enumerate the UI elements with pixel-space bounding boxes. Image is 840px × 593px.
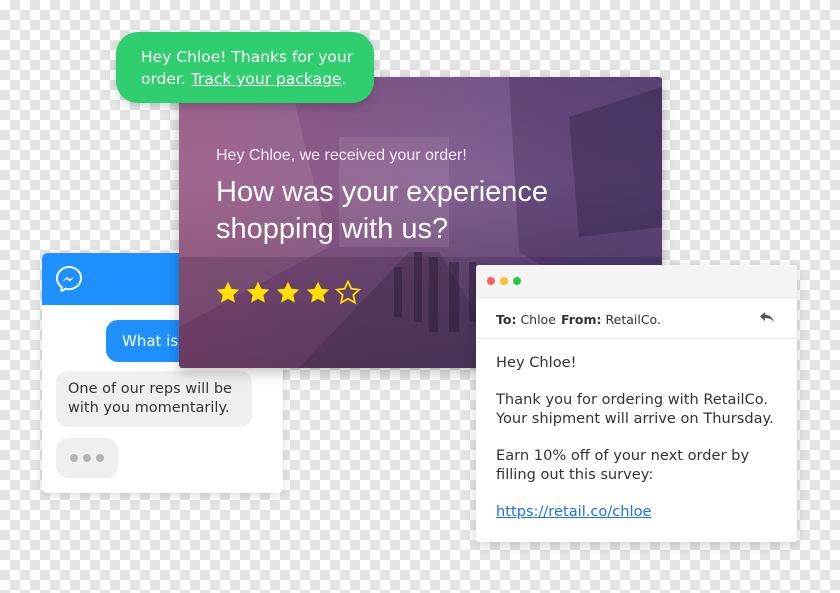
from-label: From: (561, 312, 602, 327)
survey-link[interactable]: https://retail.co/chloe (496, 503, 652, 520)
sms-message-bubble: Hey Chloe! Thanks for your order. Track … (116, 32, 374, 103)
window-title-bar (476, 265, 797, 298)
survey-subtitle: Hey Chloe, we received your order! (216, 147, 467, 164)
incoming-message-bubble: One of our reps will be with you momenta… (56, 371, 252, 427)
to-label: To: (496, 312, 517, 327)
star-filled-icon[interactable] (215, 280, 241, 306)
email-body: Hey Chloe! Thank you for ordering with R… (476, 339, 797, 535)
typing-dot (83, 454, 91, 462)
from-value: RetailCo. (605, 312, 661, 327)
track-package-link[interactable]: Track your package (191, 70, 342, 88)
email-from: From: RetailCo. (561, 312, 661, 327)
reply-icon[interactable] (759, 311, 775, 326)
star-filled-icon[interactable] (245, 280, 271, 306)
survey-title: How was your experience shopping with us… (216, 176, 549, 245)
email-paragraph: Thank you for ordering with RetailCo. Yo… (496, 391, 774, 427)
star-filled-icon[interactable] (305, 280, 331, 306)
maximize-window-button[interactable] (513, 277, 521, 285)
email-to: To: Chloe (496, 312, 556, 327)
star-empty-icon[interactable] (335, 280, 361, 306)
typing-indicator (56, 438, 118, 478)
typing-dot (96, 454, 104, 462)
sms-text-end: . (341, 70, 347, 88)
typing-dot (70, 454, 78, 462)
close-window-button[interactable] (487, 277, 495, 285)
messenger-icon[interactable] (55, 265, 83, 296)
minimize-window-button[interactable] (500, 277, 508, 285)
star-filled-icon[interactable] (275, 280, 301, 306)
to-value: Chloe (520, 312, 556, 327)
email-paragraph: Earn 10% off of your next order by filli… (496, 447, 750, 483)
star-rating[interactable] (215, 280, 361, 306)
email-greeting: Hey Chloe! (496, 354, 577, 371)
email-header: To: Chloe From: RetailCo. (476, 298, 797, 339)
email-window: To: Chloe From: RetailCo. Hey Chloe! Tha… (476, 265, 797, 542)
